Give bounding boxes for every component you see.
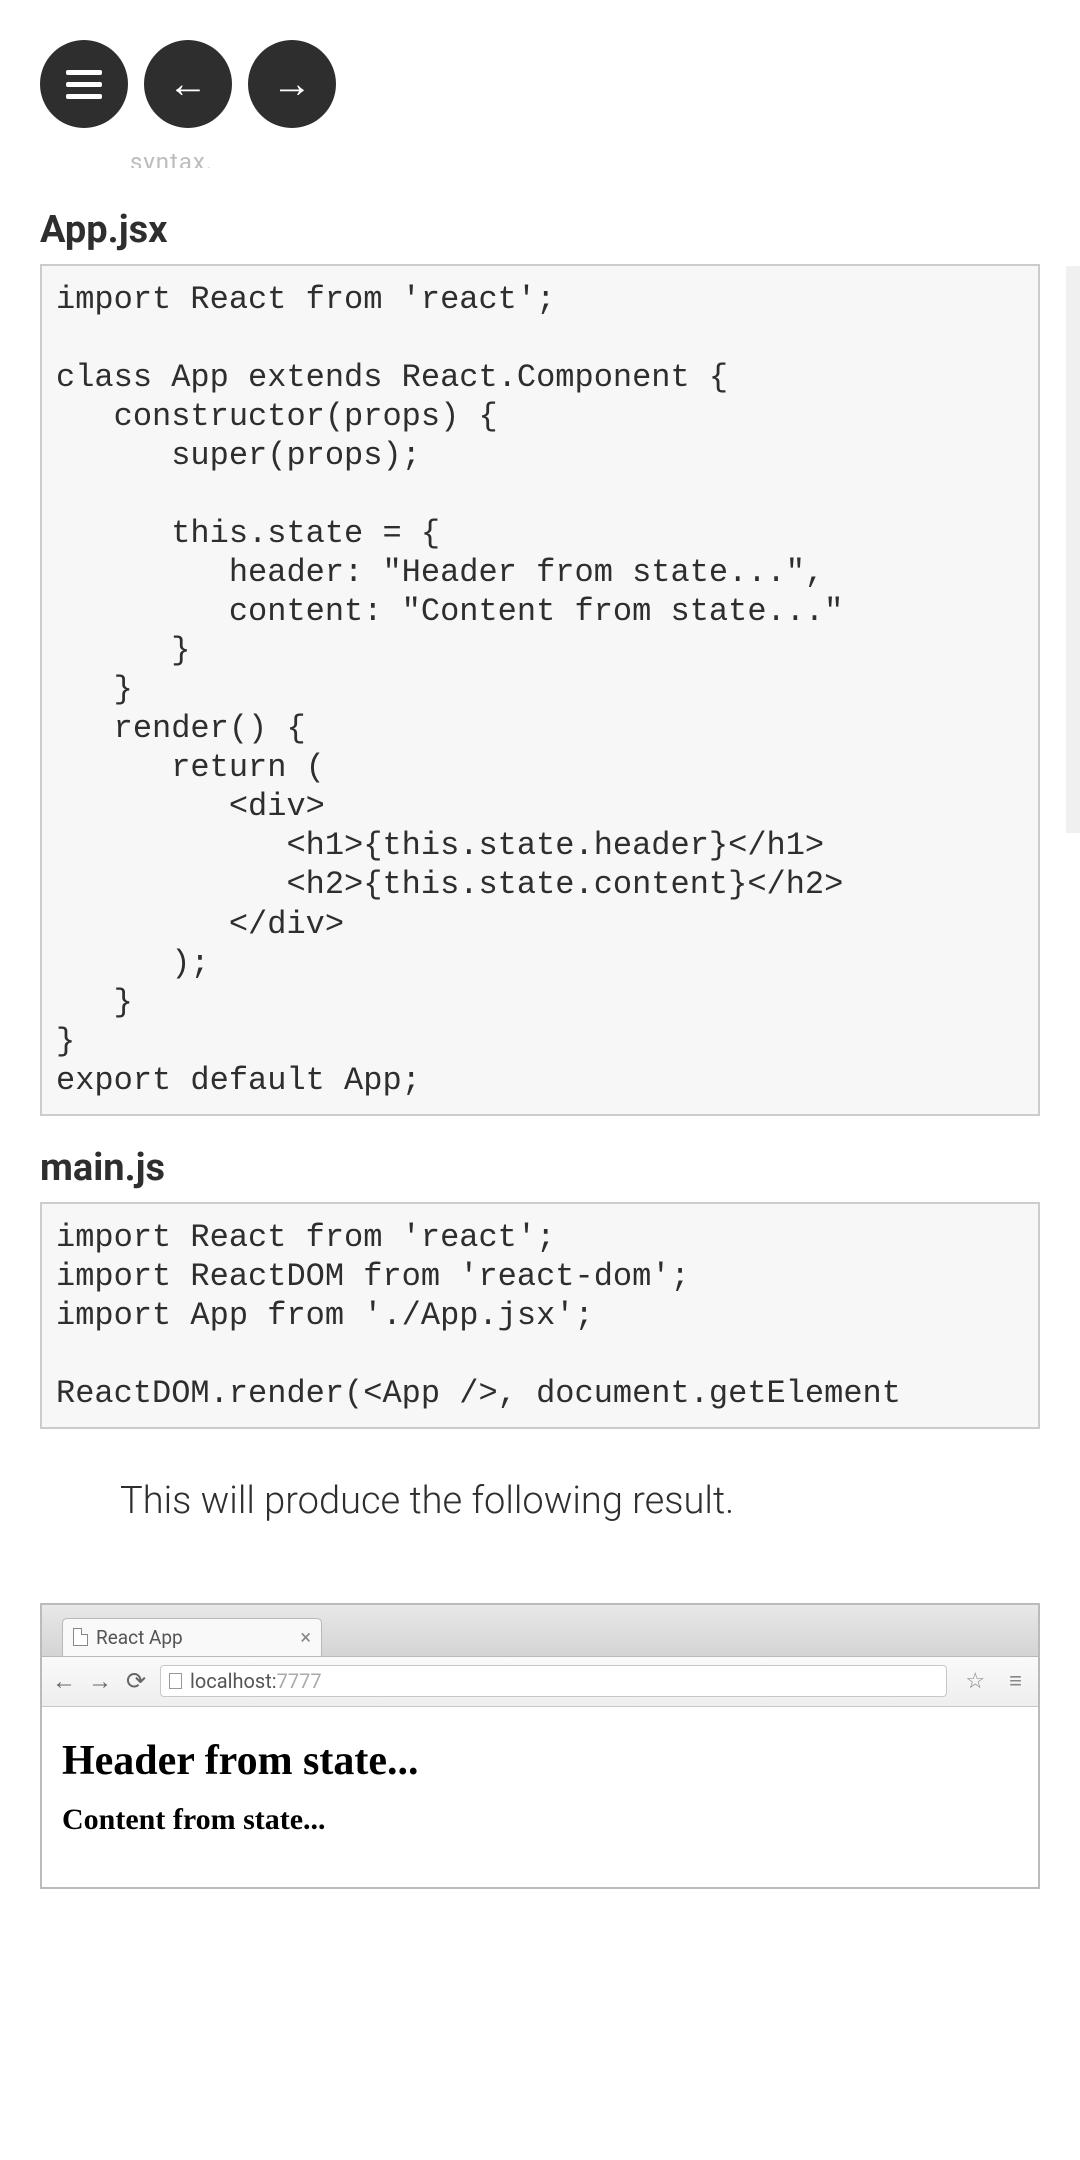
code-block-2[interactable]: import React from 'react'; import ReactD… [40, 1202, 1040, 1429]
file-title-1: App.jsx [40, 208, 1040, 252]
url-bar[interactable]: localhost:7777 [160, 1665, 947, 1697]
forward-icon[interactable]: → [88, 1667, 112, 1696]
browser-mock: React App × ← → ⟳ localhost:7777 ☆ ≡ Hea… [40, 1603, 1040, 1889]
scrollbar-track[interactable] [1066, 266, 1080, 833]
main-content: App.jsx import React from 'react'; class… [0, 168, 1080, 1603]
file-title-2: main.js [40, 1146, 1040, 1190]
rendered-page: Header from state... Content from state.… [42, 1707, 1038, 1887]
code-block-1[interactable]: import React from 'react'; class App ext… [40, 264, 1040, 1116]
browser-tab[interactable]: React App × [62, 1618, 322, 1656]
browser-menu-icon[interactable]: ≡ [1003, 1668, 1028, 1694]
url-host: localhost: [190, 1669, 277, 1693]
prev-button[interactable]: ← [144, 40, 232, 128]
top-nav: ← → [0, 0, 1080, 148]
result-caption: This will produce the following result. [40, 1459, 1040, 1563]
star-icon[interactable]: ☆ [959, 1669, 991, 1694]
arrow-right-icon: → [272, 64, 312, 104]
hamburger-icon [66, 70, 102, 99]
page-icon [169, 1673, 182, 1689]
tab-title: React App [96, 1626, 183, 1649]
arrow-left-icon: ← [168, 64, 208, 104]
partial-text-line: syntax. [0, 148, 1080, 168]
rendered-h1: Header from state... [62, 1737, 1018, 1785]
url-port: 7777 [277, 1669, 322, 1693]
next-button[interactable]: → [248, 40, 336, 128]
rendered-h2: Content from state... [62, 1803, 1018, 1837]
browser-tab-strip: React App × [42, 1605, 1038, 1657]
menu-button[interactable] [40, 40, 128, 128]
close-icon[interactable]: × [300, 1625, 311, 1649]
reload-icon[interactable]: ⟳ [124, 1667, 148, 1695]
browser-toolbar: ← → ⟳ localhost:7777 ☆ ≡ [42, 1657, 1038, 1707]
back-icon[interactable]: ← [52, 1667, 76, 1696]
file-icon [73, 1628, 88, 1646]
